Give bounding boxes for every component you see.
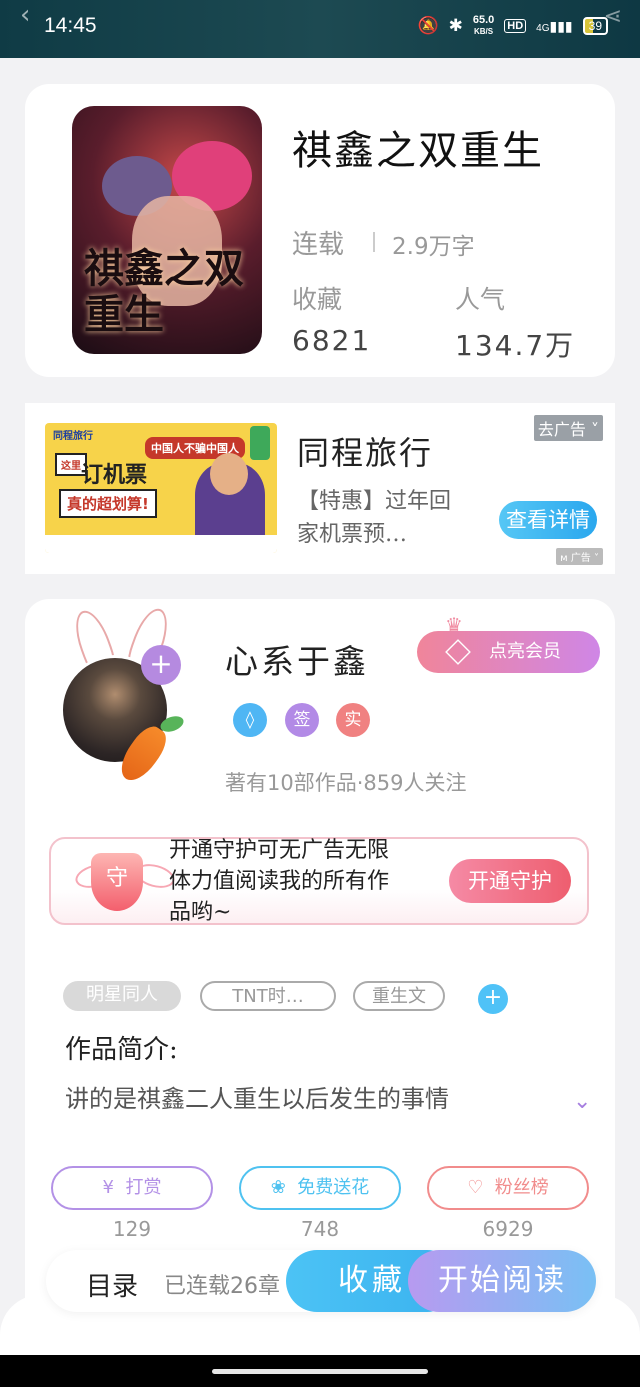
network-speed: 65.0 KB/S (472, 14, 495, 37)
guard-text: 开通守护可无广告无限体力值阅读我的所有作品哟~ (169, 838, 390, 925)
ad-image-headline: 订机票 (81, 462, 148, 488)
tag-item[interactable]: 重生文 (353, 981, 445, 1011)
book-word-count: 2.9万字 (392, 234, 475, 260)
favorites-label: 收藏 (292, 285, 343, 314)
author-card: + 心系于鑫 ♛ 点亮会员 ◊ 签 实 著有10部作品·859人关注 守 开通守… (25, 599, 615, 1359)
back-arrow-icon[interactable]: ‹ (20, 0, 30, 30)
vip-button[interactable]: 点亮会员 (417, 631, 600, 673)
tip-count: 129 (112, 1217, 152, 1241)
flower-icon: ❀ (270, 1177, 286, 1198)
toc-button[interactable]: 目录 (86, 1266, 138, 1303)
intro-text: 讲的是祺鑫二人重生以后发生的事情 (65, 1085, 449, 1113)
favorites-value: 6821 (292, 324, 372, 357)
hd-badge: HD (504, 19, 527, 33)
ad-image-footer (45, 535, 277, 553)
bottom-action-bar: 目录 已连载26章 收藏 开始阅读 (46, 1250, 596, 1312)
yuan-icon: ¥ (102, 1177, 114, 1198)
popularity-label: 人气 (455, 285, 506, 314)
ad-description: 【特惠】过年回家机票预… (297, 489, 452, 547)
toc-info[interactable]: 已连载26章 (164, 1268, 304, 1300)
book-cover[interactable]: 祺鑫之双重生 (72, 106, 262, 354)
tag-item[interactable]: 明星同人 (63, 981, 181, 1011)
ad-image-logo: 同程旅行 (53, 431, 93, 442)
tip-button[interactable]: ¥ 打赏 (51, 1166, 213, 1210)
start-reading-button[interactable]: 开始阅读 (408, 1250, 596, 1312)
ad-title: 同程旅行 (297, 434, 434, 472)
remove-ad-button[interactable]: 去广告 ˅ (533, 415, 603, 441)
home-indicator[interactable] (212, 1369, 428, 1374)
badge-verified-icon[interactable]: 实 (336, 703, 370, 737)
user-heart-icon: ♡ (467, 1177, 484, 1198)
mute-icon: 🔕 (417, 16, 439, 35)
status-icons: 🔕 ✱ 65.0 KB/S HD 4G▮▮▮ 39 (417, 15, 608, 37)
fan-count: 6929 (482, 1217, 534, 1241)
signal-icon: 4G▮▮▮ (536, 17, 573, 34)
cover-title: 祺鑫之双重生 (84, 245, 244, 338)
diamond-icon (445, 639, 471, 665)
ad-image[interactable]: 同程旅行 中国人不骗中国人 这里 订机票 真的超划算! (45, 423, 277, 553)
divider (373, 232, 375, 252)
ad-image-sub: 真的超划算! (59, 489, 157, 518)
tag-item[interactable]: TNT时… (200, 981, 336, 1011)
book-info-card: 祺鑫之双重生 祺鑫之双重生 连载 2.9万字 收藏 6821 人气 134.7万 (25, 84, 615, 377)
ad-banner[interactable]: 同程旅行 中国人不骗中国人 这里 订机票 真的超划算! 同程旅行 【特惠】过年回… (25, 403, 615, 574)
fan-ranking-button[interactable]: ♡ 粉丝榜 (427, 1166, 589, 1210)
expand-chevron-icon[interactable]: ⌄ (573, 1089, 591, 1114)
follow-plus-button[interactable]: + (141, 645, 181, 685)
ad-detail-button[interactable]: 查看详情 (499, 501, 597, 539)
intro-label: 作品简介: (65, 1035, 178, 1065)
ad-phone-illustration (250, 426, 270, 460)
flower-count: 748 (300, 1217, 340, 1241)
author-name[interactable]: 心系于鑫 (225, 635, 369, 683)
bluetooth-icon: ✱ (448, 16, 463, 35)
badge-signed-icon[interactable]: 签 (285, 703, 319, 737)
ad-tag[interactable]: ᴍ 广告 ˅ (556, 548, 603, 565)
send-flower-button[interactable]: ❀ 免费送花 (239, 1166, 401, 1210)
badge-level-icon[interactable]: ◊ (233, 703, 267, 737)
author-meta: 著有10部作品·859人关注 (225, 771, 467, 795)
share-icon[interactable]: ⋖ (604, 4, 622, 29)
ad-person-head (210, 453, 248, 495)
guard-shield-icon: 守 (91, 853, 143, 911)
open-guard-button[interactable]: 开通守护 (449, 859, 571, 903)
status-bar: ‹ 14:45 🔕 ✱ 65.0 KB/S HD 4G▮▮▮ 39 ⋖ (0, 0, 640, 58)
book-title: 祺鑫之双重生 (292, 128, 544, 174)
add-tag-button[interactable]: + (478, 984, 508, 1014)
system-nav-bar (0, 1355, 640, 1387)
book-status: 连载 (292, 230, 345, 260)
guard-banner[interactable]: 守 开通守护可无广告无限体力值阅读我的所有作品哟~ 开通守护 (49, 837, 589, 925)
status-time: 14:45 (44, 14, 97, 37)
popularity-value: 134.7万 (455, 329, 576, 362)
